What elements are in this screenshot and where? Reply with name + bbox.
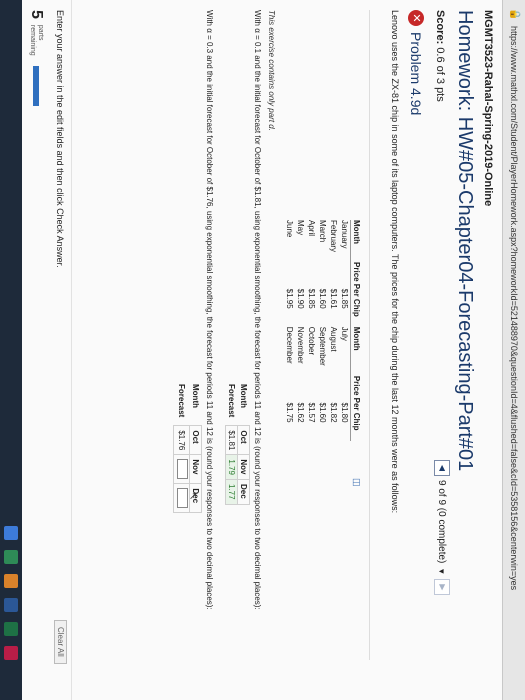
price-cell: $1.57	[307, 402, 316, 423]
month-cell: June	[285, 220, 294, 238]
forecast-label: Forecast	[177, 384, 186, 418]
month-cell: February	[329, 220, 338, 253]
price-cell: $1.82	[329, 402, 338, 423]
month-header: Oct	[237, 425, 250, 455]
question-2-text: With α = 0.3 and the initial forecast fo…	[205, 10, 214, 610]
x-icon: ✕	[408, 10, 424, 26]
price-table: Month Price Per Chip Month Price Per Chi…	[284, 220, 362, 441]
page-title: Homework: HW#05-Chapter04-Forecasting-Pa…	[454, 10, 476, 472]
problem-header: ✕ Problem 4.9d	[408, 10, 424, 115]
month-label: Month	[239, 384, 248, 408]
table-row: February $1.61 August $1.82	[328, 220, 339, 441]
table-row: January $1.85 July $1.80	[339, 220, 351, 441]
next-question-button[interactable]: ▶	[434, 579, 450, 596]
month-header: Nov	[237, 454, 250, 480]
price-cell: $1.75	[285, 402, 294, 423]
month-cell: December	[285, 326, 294, 364]
month-cell: October	[307, 326, 316, 356]
instruction-text: Enter your answer in the edit fields and…	[55, 10, 65, 268]
header-month-1: Month	[350, 220, 362, 263]
clear-all-button[interactable]: Clear All	[54, 620, 67, 664]
app-icon[interactable]	[4, 598, 18, 612]
exercise-note: This exercise contains only part d.	[267, 10, 276, 131]
month-header: Oct	[189, 425, 202, 455]
price-cell: $1.80	[340, 402, 349, 423]
price-cell: $1.85	[340, 288, 349, 309]
course-title: MGMT3523-Rahal-Spring-2019-Online	[482, 10, 494, 207]
url-text[interactable]: https://www.mathxl.com/Student/PlayerHom…	[509, 26, 519, 590]
parts-label-1: parts	[37, 24, 44, 41]
app-icon[interactable]	[4, 526, 18, 540]
month-cell: August	[329, 326, 338, 352]
month-header: Nov	[189, 454, 202, 484]
price-cell: $1.60	[318, 288, 327, 309]
month-cell: March	[318, 220, 327, 243]
answer-field[interactable]: 1.77	[225, 479, 238, 505]
taskbar	[0, 0, 22, 700]
progress-bar	[33, 65, 39, 106]
address-bar[interactable]: 🔒 https://www.mathxl.com/Student/PlayerH…	[502, 0, 525, 700]
price-cell: $1.62	[296, 402, 305, 423]
month-cell: July	[340, 326, 349, 341]
price-cell: $1.85	[307, 288, 316, 309]
score-value: 0.6 of 3 pts	[434, 47, 446, 102]
table-row: March $1.60 September $1.60	[317, 220, 328, 441]
table-row: June $1.95 December $1.75	[284, 220, 295, 441]
problem-title: Problem 4.9d	[408, 32, 424, 116]
app-icon[interactable]	[4, 622, 18, 636]
table-row: April $1.85 October $1.57	[306, 220, 317, 441]
forecast-value: $1.81	[225, 425, 238, 455]
input-box[interactable]	[177, 459, 188, 480]
price-cell: $1.60	[318, 402, 327, 423]
homework-page: MGMT3523-Rahal-Spring-2019-Online Homewo…	[21, 0, 502, 700]
question-1-text: With α = 0.1 and the initial forecast fo…	[253, 10, 262, 610]
forecast-value: $1.76	[173, 425, 190, 455]
parts-label: parts remaining	[28, 25, 44, 56]
header-month-2: Month	[350, 326, 362, 376]
score: Score: 0.6 of 3 pts	[434, 10, 446, 102]
parts-count: 5	[28, 10, 45, 19]
divider	[369, 10, 370, 660]
chevron-down-icon[interactable]: ▼	[438, 567, 447, 575]
header-price-2: Price Per Chip	[350, 375, 362, 441]
price-cell: $1.90	[296, 288, 305, 309]
question-nav: ◀ 9 of 9 (0 complete) ▼ ▶	[434, 460, 450, 596]
price-cell: $1.95	[285, 288, 294, 309]
footer: Enter your answer in the edit fields and…	[21, 0, 72, 700]
answer-input[interactable]	[173, 454, 190, 484]
screen: 🔒 https://www.mathxl.com/Student/PlayerH…	[0, 0, 525, 700]
mouse-cursor-icon: ↖	[187, 492, 198, 501]
table-row: May $1.90 November $1.62	[295, 220, 306, 441]
forecast-table-1: Month Oct Nov Dec Forecast $1.81 1.79 1.…	[225, 380, 250, 505]
month-header: Dec	[237, 479, 250, 505]
month-label: Month	[191, 384, 200, 408]
month-cell: November	[296, 326, 305, 364]
forecast-label: Forecast	[227, 384, 236, 418]
header-price-1: Price Per Chip	[350, 262, 362, 327]
problem-intro: Lenovo uses the ZX-81 chip in some of it…	[390, 10, 400, 514]
app-icon[interactable]	[4, 646, 18, 660]
price-cell: $1.61	[329, 288, 338, 309]
month-cell: May	[296, 220, 305, 236]
question-counter: 9 of 9 (0 complete)	[436, 480, 448, 564]
answer-field[interactable]: 1.79	[225, 454, 238, 480]
lock-icon: 🔒	[509, 8, 520, 21]
parts-remaining: 5 parts remaining	[27, 10, 45, 106]
copy-table-icon[interactable]: ◫	[351, 478, 362, 487]
month-cell: January	[340, 220, 349, 249]
score-label: Score:	[434, 10, 446, 45]
app-icon[interactable]	[4, 574, 18, 588]
prev-question-button[interactable]: ◀	[434, 460, 450, 476]
month-cell: April	[307, 220, 316, 237]
month-cell: September	[318, 326, 327, 366]
parts-label-2: remaining	[29, 24, 36, 56]
app-icon[interactable]	[4, 550, 18, 564]
